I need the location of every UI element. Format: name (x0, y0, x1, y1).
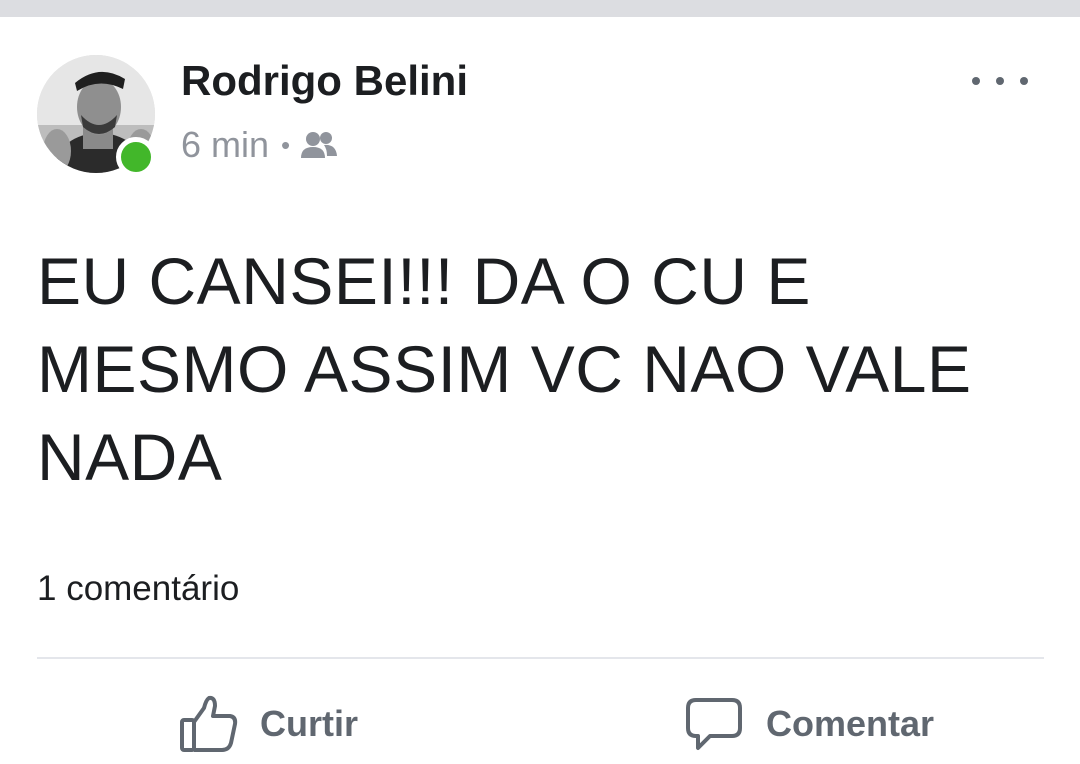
divider (37, 657, 1044, 659)
top-strip (0, 0, 1080, 17)
more-options-button[interactable] (972, 69, 1028, 93)
like-label: Curtir (260, 703, 358, 744)
post-card: Rodrigo Belini 6 min • EU CANSEI!!! DA O… (0, 17, 1080, 764)
post-text: EU CANSEI!!! DA O CU E MESMO ASSIM VC NA… (37, 244, 972, 494)
thumbs-up-icon (180, 695, 238, 752)
like-button[interactable]: Curtir (178, 689, 358, 759)
post-timestamp[interactable]: 6 min (181, 124, 269, 166)
more-dot (996, 77, 1004, 85)
speech-bubble-icon (686, 698, 742, 750)
comment-count-link[interactable]: 1 comentário (37, 569, 239, 609)
author-name[interactable]: Rodrigo Belini (181, 57, 468, 105)
more-dot (1020, 77, 1028, 85)
comment-label: Comentar (766, 703, 935, 744)
friends-icon[interactable] (300, 130, 338, 160)
post-meta: 6 min • (181, 123, 338, 167)
online-status-indicator (116, 137, 156, 177)
more-horizontal-icon (972, 77, 980, 85)
comment-button[interactable]: Comentar (684, 689, 934, 759)
meta-separator: • (281, 130, 291, 160)
